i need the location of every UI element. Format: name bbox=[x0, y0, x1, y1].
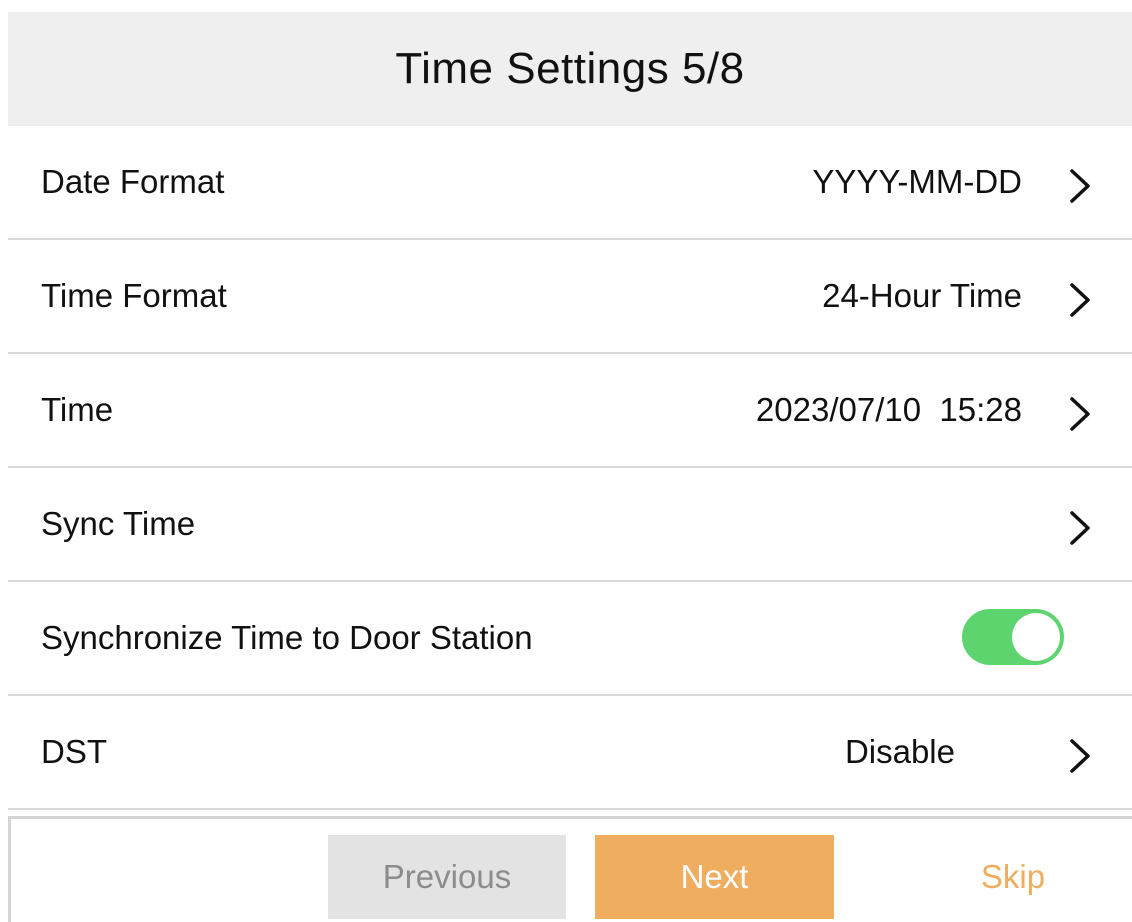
time-format-label: Time Format bbox=[41, 277, 227, 314]
next-button[interactable]: Next bbox=[595, 835, 834, 919]
sync-door-station-toggle[interactable] bbox=[962, 609, 1064, 665]
header-bar: Time Settings 5/8 bbox=[8, 12, 1132, 126]
time-format-value: 24-Hour Time bbox=[822, 277, 1022, 314]
time-row[interactable]: Time 2023/07/10 15:28 bbox=[8, 354, 1132, 468]
time-format-row[interactable]: Time Format 24-Hour Time bbox=[8, 240, 1132, 354]
dst-row[interactable]: DST Disable bbox=[8, 696, 1132, 810]
sync-time-label: Sync Time bbox=[41, 505, 196, 542]
sync-door-station-label: Synchronize Time to Door Station bbox=[41, 619, 533, 656]
time-value: 2023/07/10 15:28 bbox=[755, 391, 1022, 428]
settings-list: Date Format YYYY-MM-DD Time Format 24-Ho… bbox=[8, 126, 1132, 810]
chevron-right-icon bbox=[1070, 169, 1090, 203]
page-title: Time Settings 5/8 bbox=[395, 44, 745, 93]
chevron-right-icon bbox=[1070, 511, 1090, 545]
skip-button[interactable]: Skip bbox=[953, 835, 1073, 919]
time-settings-screen: Time Settings 5/8 Date Format YYYY-MM-DD… bbox=[8, 12, 1132, 922]
dst-label: DST bbox=[41, 733, 107, 770]
chevron-right-icon bbox=[1070, 397, 1090, 431]
previous-button[interactable]: Previous bbox=[328, 835, 566, 919]
dst-value: Disable bbox=[844, 733, 955, 770]
chevron-right-icon bbox=[1070, 283, 1090, 317]
sync-door-station-row: Synchronize Time to Door Station bbox=[8, 582, 1132, 696]
date-format-label: Date Format bbox=[41, 163, 225, 200]
chevron-right-icon bbox=[1070, 739, 1090, 773]
sync-time-row[interactable]: Sync Time bbox=[8, 468, 1132, 582]
toggle-knob bbox=[1012, 613, 1060, 661]
date-format-row[interactable]: Date Format YYYY-MM-DD bbox=[8, 126, 1132, 240]
wizard-footer: Previous Next Skip bbox=[8, 816, 1132, 922]
date-format-value: YYYY-MM-DD bbox=[812, 163, 1022, 200]
time-label: Time bbox=[41, 391, 114, 428]
